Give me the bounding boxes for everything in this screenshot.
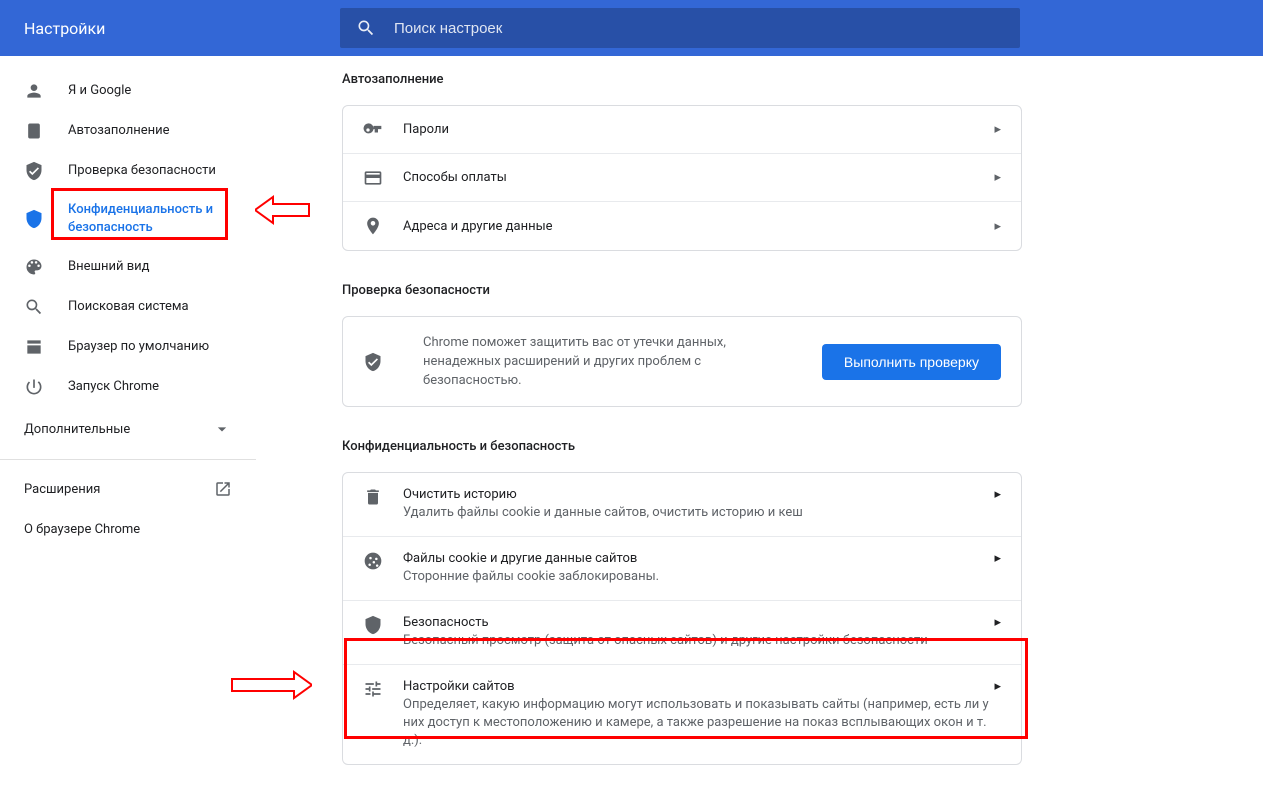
palette-icon (24, 257, 44, 277)
sidebar-item-label: Запуск Chrome (68, 378, 159, 396)
search-icon (24, 297, 44, 317)
key-icon (363, 120, 383, 140)
row-subtitle: Сторонние файлы cookie заблокированы. (403, 568, 994, 586)
sidebar-item-appearance[interactable]: Внешний вид (0, 247, 256, 287)
external-link-icon (214, 480, 232, 498)
row-subtitle: Удалить файлы cookie и данные сайтов, оч… (403, 504, 994, 522)
autofill-icon (24, 121, 44, 141)
sidebar-item-extensions[interactable]: Расширения (0, 468, 256, 510)
chevron-right-icon: ▸ (994, 487, 1001, 502)
cookie-icon (363, 551, 383, 571)
sidebar-item-you-and-google[interactable]: Я и Google (0, 71, 256, 111)
tune-icon (363, 679, 383, 699)
search-box[interactable] (340, 8, 1020, 48)
chevron-down-icon (212, 419, 232, 439)
safety-check-card: Chrome поможет защитить вас от утечки да… (342, 316, 1022, 407)
sidebar-item-default-browser[interactable]: Браузер по умолчанию (0, 327, 256, 367)
sidebar-item-search-engine[interactable]: Поисковая система (0, 287, 256, 327)
sidebar-item-label: Браузер по умолчанию (68, 338, 209, 356)
credit-card-icon (363, 168, 383, 188)
sidebar-item-label: Поисковая система (68, 298, 189, 316)
about-label: О браузере Chrome (24, 522, 140, 537)
app-title: Настройки (0, 19, 340, 38)
trash-icon (363, 487, 383, 507)
row-title: Очистить историю (403, 487, 994, 502)
advanced-label: Дополнительные (24, 422, 130, 437)
row-payment-methods[interactable]: Способы оплаты ▸ (343, 154, 1021, 202)
app-header: Настройки (0, 0, 1263, 56)
section-title-privacy: Конфиденциальность и безопасность (342, 439, 1022, 472)
shield-icon (363, 615, 383, 635)
chevron-right-icon: ▸ (994, 122, 1001, 137)
chevron-right-icon: ▸ (994, 170, 1001, 185)
section-title-autofill: Автозаполнение (342, 72, 1022, 105)
row-site-settings[interactable]: Настройки сайтов Определяет, какую инфор… (343, 665, 1021, 764)
row-title: Файлы cookie и другие данные сайтов (403, 551, 994, 566)
row-title: Настройки сайтов (403, 679, 994, 694)
row-passwords[interactable]: Пароли ▸ (343, 106, 1021, 154)
search-icon (356, 18, 376, 38)
sidebar-item-label: Проверка безопасности (68, 162, 216, 180)
location-icon (363, 216, 383, 236)
row-addresses[interactable]: Адреса и другие данные ▸ (343, 202, 1021, 250)
row-label: Способы оплаты (403, 170, 994, 185)
row-security[interactable]: Безопасность Безопасный просмотр (защита… (343, 601, 1021, 665)
chevron-right-icon: ▸ (994, 551, 1001, 566)
search-input[interactable] (394, 20, 1004, 37)
row-subtitle: Безопасный просмотр (защита от опасных с… (403, 632, 994, 650)
sidebar-item-on-startup[interactable]: Запуск Chrome (0, 367, 256, 407)
run-safety-check-button[interactable]: Выполнить проверку (822, 344, 1001, 380)
sidebar-item-label: Внешний вид (68, 258, 150, 276)
chevron-right-icon: ▸ (994, 219, 1001, 234)
row-label: Адреса и другие данные (403, 219, 994, 234)
chevron-right-icon: ▸ (994, 679, 1001, 694)
privacy-card: Очистить историю Удалить файлы cookie и … (342, 472, 1022, 765)
row-clear-browsing-data[interactable]: Очистить историю Удалить файлы cookie и … (343, 473, 1021, 537)
sidebar-advanced-toggle[interactable]: Дополнительные (0, 407, 256, 451)
autofill-card: Пароли ▸ Способы оплаты ▸ Адреса и други… (342, 105, 1022, 251)
power-icon (24, 377, 44, 397)
safety-check-text: Chrome поможет защитить вас от утечки да… (423, 333, 802, 390)
section-title-safety: Проверка безопасности (342, 283, 1022, 316)
person-icon (24, 81, 44, 101)
shield-check-icon (24, 161, 44, 181)
sidebar-item-privacy-security[interactable]: Конфиденциальность и безопасность (0, 191, 256, 247)
sidebar-item-safety-check[interactable]: Проверка безопасности (0, 151, 256, 191)
extensions-label: Расширения (24, 482, 100, 497)
row-subtitle: Определяет, какую информацию могут испол… (403, 696, 994, 750)
sidebar-item-label: Конфиденциальность и безопасность (68, 201, 256, 237)
sidebar-item-autofill[interactable]: Автозаполнение (0, 111, 256, 151)
chevron-right-icon: ▸ (994, 615, 1001, 630)
divider (0, 459, 256, 460)
shield-check-icon (363, 352, 383, 372)
browser-icon (24, 337, 44, 357)
row-title: Безопасность (403, 615, 994, 630)
settings-content: Автозаполнение Пароли ▸ Способы оплаты ▸… (256, 56, 1263, 805)
sidebar-item-label: Автозаполнение (68, 122, 170, 140)
shield-icon (24, 209, 44, 229)
sidebar-item-about[interactable]: О браузере Chrome (0, 510, 256, 549)
row-cookies[interactable]: Файлы cookie и другие данные сайтов Стор… (343, 537, 1021, 601)
sidebar-item-label: Я и Google (68, 82, 131, 100)
row-label: Пароли (403, 122, 994, 137)
sidebar-nav: Я и Google Автозаполнение Проверка безоп… (0, 56, 256, 805)
